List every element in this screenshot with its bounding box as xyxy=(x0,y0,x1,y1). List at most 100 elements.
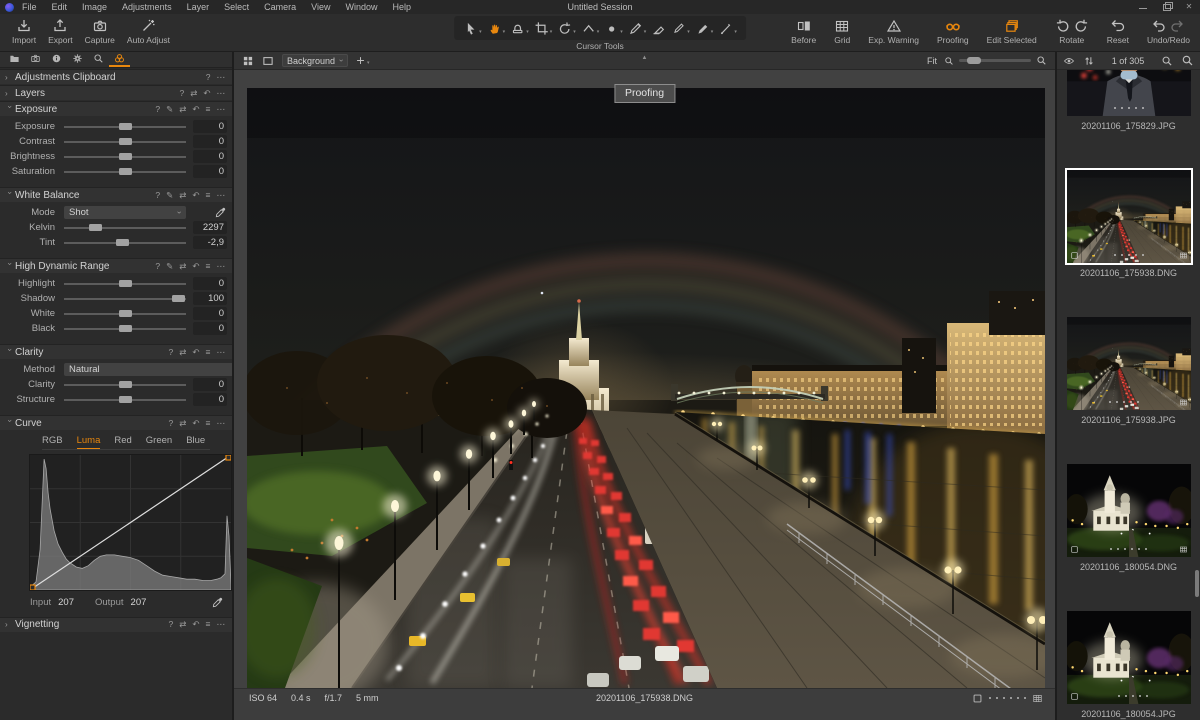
thumb-rating-dots[interactable] xyxy=(1118,695,1148,697)
straighten-tool[interactable]: ▾ xyxy=(579,21,602,36)
thumb-rating-dots[interactable] xyxy=(1114,107,1144,109)
tool-tab-search[interactable] xyxy=(88,52,109,67)
mode-dropdown[interactable]: Shot› xyxy=(64,206,186,219)
thumbnail-city[interactable] xyxy=(1067,170,1191,263)
menu-icon[interactable]: ⋯ xyxy=(217,190,226,201)
copy-icon[interactable]: ⇄ xyxy=(179,104,186,115)
undo-redo-button[interactable]: Undo/Redo xyxy=(1143,16,1194,46)
clone-dropdown-icon[interactable]: ▾ xyxy=(711,29,714,35)
kelvin-slider[interactable] xyxy=(64,227,186,229)
export-button[interactable]: Export xyxy=(44,16,77,46)
menu-layer[interactable]: Layer xyxy=(187,2,210,12)
shadow-slider[interactable] xyxy=(64,298,186,300)
slider-handle[interactable] xyxy=(119,123,132,130)
help-icon[interactable]: ? xyxy=(180,88,185,99)
photo-20201106_175938[interactable] xyxy=(247,88,1045,688)
brush-icon[interactable]: ✎ xyxy=(166,261,173,272)
select-dropdown-icon[interactable]: ▾ xyxy=(479,29,482,35)
thumbnail-portrait[interactable] xyxy=(1067,70,1191,116)
filmstrip-item[interactable]: 20201106_180054.JPG xyxy=(1067,611,1191,719)
thumb-checkbox-icon[interactable] xyxy=(1070,251,1079,260)
reset-button[interactable]: Reset xyxy=(1103,16,1133,46)
copy-icon[interactable]: ⇄ xyxy=(179,418,186,429)
menu-icon[interactable]: ⋯ xyxy=(217,619,226,630)
menu-select[interactable]: Select xyxy=(224,2,249,12)
copy-icon[interactable]: ⇄ xyxy=(179,347,186,358)
presets-icon[interactable]: ≡ xyxy=(206,347,211,358)
help-icon[interactable]: ? xyxy=(155,104,160,115)
slider-handle[interactable] xyxy=(119,310,132,317)
reset-icon[interactable]: ↶ xyxy=(192,190,199,201)
menu-icon[interactable]: ⋯ xyxy=(217,72,226,83)
copy-icon[interactable]: ⇄ xyxy=(179,619,186,630)
section-header-adjustments-clipboard[interactable]: ›Adjustments Clipboard?⋯ xyxy=(0,69,232,84)
auto-adjust-button[interactable]: Auto Adjust xyxy=(123,16,174,46)
thumbnail-church[interactable] xyxy=(1067,611,1191,704)
import-button[interactable]: Import xyxy=(8,16,40,46)
presets-icon[interactable]: ≡ xyxy=(206,190,211,201)
erase-mask-tool[interactable] xyxy=(649,21,668,36)
copy-icon[interactable]: ⇄ xyxy=(190,88,197,99)
curve-point-handle[interactable] xyxy=(30,585,35,590)
search-icon[interactable] xyxy=(1181,54,1194,67)
menu-file[interactable]: File xyxy=(22,2,37,12)
section-header-layers[interactable]: ›Layers?⇄↶⋯ xyxy=(0,85,232,100)
exp-warning-button[interactable]: Exp. Warning xyxy=(864,16,923,46)
reset-icon[interactable]: ↶ xyxy=(192,619,199,630)
presets-icon[interactable]: ≡ xyxy=(206,104,211,115)
loupe-dropdown-icon[interactable]: ▾ xyxy=(526,29,529,35)
annotate-dropdown-icon[interactable]: ▾ xyxy=(734,29,737,35)
curve-tab-blue[interactable]: Blue xyxy=(186,435,205,447)
curve-tab-luma[interactable]: Luma xyxy=(77,435,101,449)
eyedropper-icon[interactable] xyxy=(214,206,227,219)
black-value[interactable]: 0 xyxy=(193,322,227,335)
reset-icon[interactable]: ↶ xyxy=(203,88,210,99)
slider-handle[interactable] xyxy=(119,280,132,287)
rotate-freehand-dropdown-icon[interactable]: ▾ xyxy=(573,29,576,35)
help-icon[interactable]: ? xyxy=(155,261,160,272)
menu-view[interactable]: View xyxy=(311,2,330,12)
thumb-grid-icon[interactable] xyxy=(1179,545,1188,554)
section-header-exposure[interactable]: ›Exposure?✎⇄↶≡⋯ xyxy=(0,101,232,116)
presets-icon[interactable]: ≡ xyxy=(206,261,211,272)
menu-image[interactable]: Image xyxy=(82,2,107,12)
menu-camera[interactable]: Camera xyxy=(264,2,296,12)
tool-tab-info[interactable] xyxy=(46,52,67,67)
pan-tool[interactable]: ▾ xyxy=(485,21,508,36)
section-header-clarity[interactable]: ›Clarity?⇄↶≡⋯ xyxy=(0,344,232,359)
before-button[interactable]: Before xyxy=(787,16,820,46)
contrast-value[interactable]: 0 xyxy=(193,135,227,148)
menu-icon[interactable]: ⋯ xyxy=(217,347,226,358)
reset-icon[interactable]: ↶ xyxy=(192,261,199,272)
thumb-grid-icon[interactable] xyxy=(1032,693,1043,704)
help-icon[interactable]: ? xyxy=(155,190,160,201)
rotate-button[interactable]: Rotate xyxy=(1051,16,1093,46)
section-header-curve[interactable]: ›Curve?⇄↶≡⋯ xyxy=(0,415,232,430)
method-dropdown[interactable]: Natural› xyxy=(64,363,234,376)
rotate-freehand-tool[interactable]: ▾ xyxy=(555,21,578,36)
layer-dropdown[interactable]: Background› xyxy=(282,54,348,67)
heal-tool[interactable]: ▾ xyxy=(669,21,692,36)
maximize-button[interactable] xyxy=(1161,2,1171,12)
kelvin-value[interactable]: 2297 xyxy=(193,221,227,234)
section-header-high-dynamic-range[interactable]: ›High Dynamic Range?✎⇄↶≡⋯ xyxy=(0,258,232,273)
minimize-button[interactable] xyxy=(1138,2,1148,12)
zoom-mode-label[interactable]: Fit xyxy=(927,56,937,66)
slider-handle[interactable] xyxy=(119,168,132,175)
menu-icon[interactable]: ⋯ xyxy=(217,418,226,429)
loupe-tool[interactable]: ▾ xyxy=(508,21,531,36)
slider-handle[interactable] xyxy=(119,396,132,403)
menu-icon[interactable]: ⋯ xyxy=(217,88,226,99)
brush-icon[interactable]: ✎ xyxy=(166,104,173,115)
slider-handle[interactable] xyxy=(119,325,132,332)
reset-icon[interactable]: ↶ xyxy=(192,347,199,358)
draw-mask-tool[interactable]: ▾ xyxy=(626,21,649,36)
slider-handle[interactable] xyxy=(119,138,132,145)
saturation-value[interactable]: 0 xyxy=(193,165,227,178)
spot-dropdown-icon[interactable]: ▾ xyxy=(620,29,623,35)
thumbnail-city[interactable] xyxy=(1067,317,1191,410)
heal-dropdown-icon[interactable]: ▾ xyxy=(687,29,690,35)
reset-icon[interactable]: ↶ xyxy=(192,104,199,115)
white-value[interactable]: 0 xyxy=(193,307,227,320)
filmstrip-item[interactable]: 20201106_175938.DNG xyxy=(1067,170,1191,278)
